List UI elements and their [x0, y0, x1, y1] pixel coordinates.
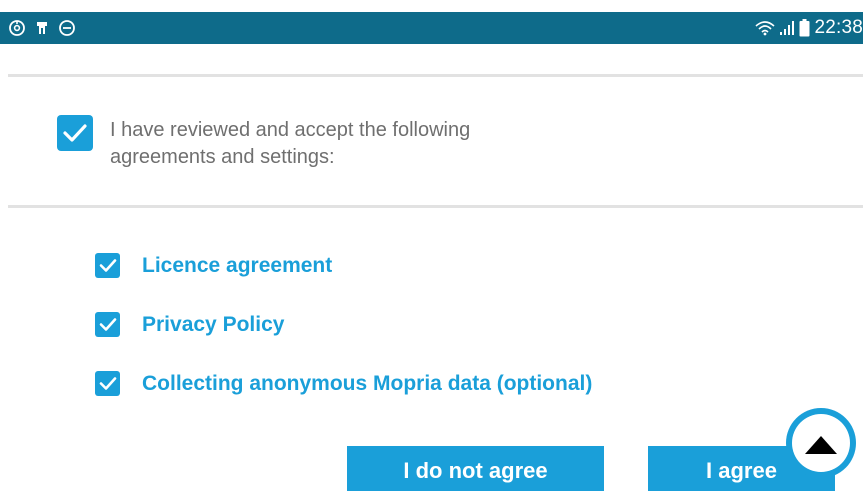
licence-checkbox[interactable] [95, 253, 120, 278]
agreement-row-licence[interactable]: Licence agreement [95, 253, 332, 278]
privacy-policy-link[interactable]: Privacy Policy [142, 313, 284, 337]
divider-top [8, 74, 863, 77]
decline-button[interactable]: I do not agree [347, 446, 604, 491]
status-bar-right: 22:38 [755, 17, 863, 39]
wifi-icon [755, 20, 775, 36]
agreement-row-mopria[interactable]: Collecting anonymous Mopria data (option… [95, 371, 592, 396]
checkmark-icon [99, 377, 116, 390]
sync-icon [8, 19, 26, 37]
tooth-icon [35, 20, 49, 36]
licence-agreement-link[interactable]: Licence agreement [142, 254, 332, 278]
mopria-data-link[interactable]: Collecting anonymous Mopria data (option… [142, 372, 592, 396]
signal-icon [779, 20, 795, 36]
status-bar: 22:38 [0, 12, 863, 44]
master-consent-checkbox[interactable] [57, 115, 93, 151]
privacy-checkbox[interactable] [95, 312, 120, 337]
do-not-disturb-icon [58, 19, 76, 37]
scroll-to-top-inner [792, 414, 850, 472]
scroll-to-top-button[interactable] [786, 408, 856, 478]
checkmark-icon [99, 318, 116, 331]
divider-middle [8, 205, 863, 208]
status-time: 22:38 [814, 17, 863, 38]
battery-icon [799, 19, 810, 37]
arrow-up-icon [805, 436, 837, 454]
checkmark-icon [99, 259, 116, 272]
master-consent-row[interactable]: I have reviewed and accept the following… [57, 115, 580, 171]
agreement-screen: 22:38 I have reviewed and accept the fol… [0, 0, 863, 491]
status-bar-left [8, 19, 76, 37]
checkmark-icon [63, 124, 87, 142]
mopria-data-checkbox[interactable] [95, 371, 120, 396]
master-consent-label: I have reviewed and accept the following… [110, 119, 471, 168]
agreement-row-privacy[interactable]: Privacy Policy [95, 312, 284, 337]
